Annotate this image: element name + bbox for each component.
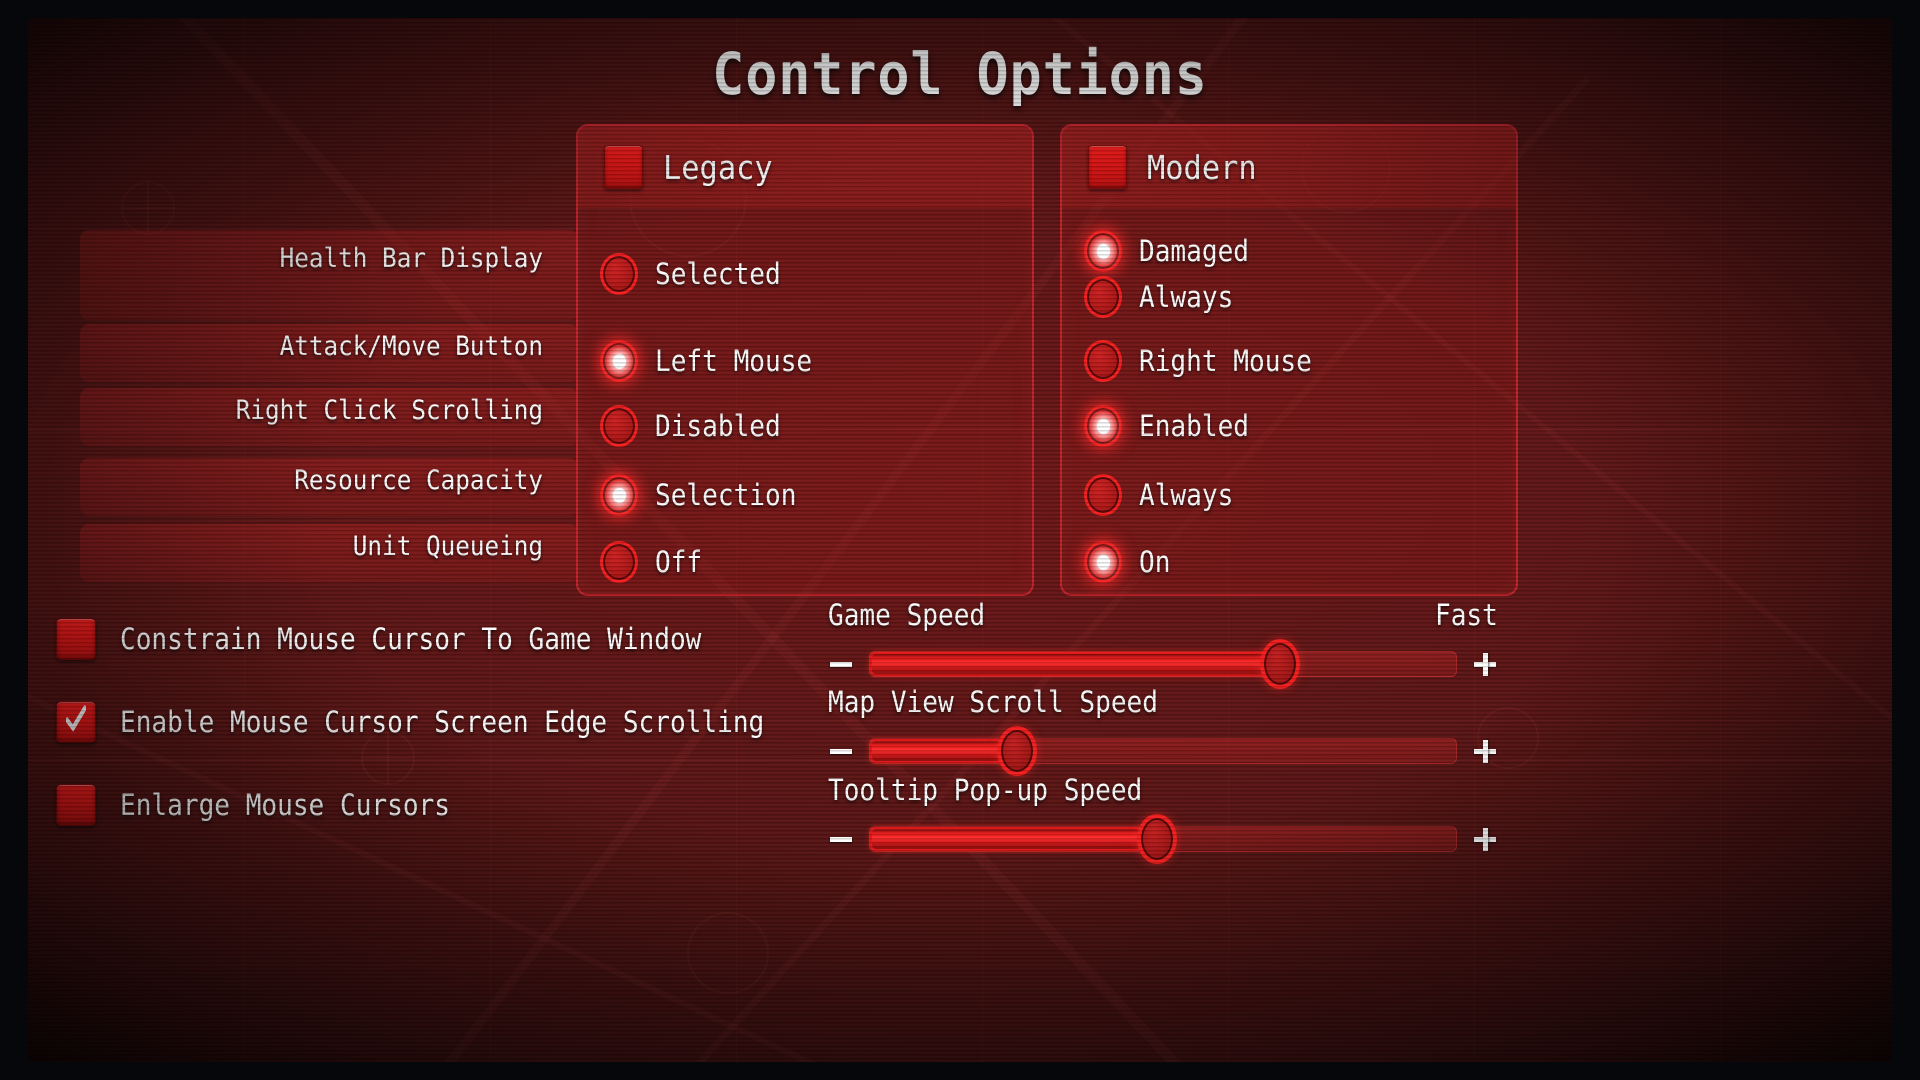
radio-button-icon[interactable] (1084, 541, 1122, 583)
radio-modern-health-bar-always[interactable]: Always (1084, 276, 1244, 318)
setting-label-health-bar-display: Health Bar Display (279, 243, 543, 274)
radio-modern-attack-move-right-mouse[interactable]: Right Mouse (1084, 340, 1331, 382)
modern-column-header[interactable]: Modern (1062, 126, 1516, 208)
checkbox-enable-edge-scrolling[interactable]: Enable Mouse Cursor Screen Edge Scrollin… (56, 701, 836, 743)
slider-handle[interactable] (1137, 814, 1178, 864)
radio-modern-health-bar-damaged[interactable]: Damaged (1084, 230, 1261, 272)
radio-legacy-unit-queueing-off[interactable]: Off (600, 541, 707, 583)
page-title: Control Options (712, 40, 1208, 108)
radio-button-icon[interactable] (600, 340, 638, 382)
checkbox-label: Enable Mouse Cursor Screen Edge Scrollin… (120, 705, 765, 739)
slider-track[interactable] (869, 639, 1457, 689)
radio-label: Disabled (655, 409, 781, 443)
radio-button-icon[interactable] (1084, 276, 1122, 318)
slider-control-row[interactable] (828, 814, 1498, 864)
options-panel-frame: Control Options Health Bar Display Attac… (28, 18, 1892, 1062)
radio-legacy-resource-capacity-selection[interactable]: Selection (600, 474, 812, 516)
slider-header: Tooltip Pop-up Speed (828, 771, 1498, 809)
radio-button-icon[interactable] (1084, 340, 1122, 382)
checkbox-icon[interactable] (56, 701, 96, 743)
checkbox-icon[interactable] (56, 784, 96, 826)
plus-icon[interactable] (1472, 738, 1498, 764)
slider-fill (870, 652, 1281, 676)
radio-button-icon[interactable] (600, 405, 638, 447)
setting-label-resource-capacity: Resource Capacity (294, 465, 543, 496)
radio-modern-unit-queueing-on[interactable]: On (1084, 541, 1174, 583)
radio-button-icon[interactable] (1084, 230, 1122, 272)
checkbox-enlarge-mouse-cursors[interactable]: Enlarge Mouse Cursors (56, 784, 487, 826)
setting-label-right-click-scrolling: Right Click Scrolling (235, 395, 543, 426)
radio-label: Off (655, 545, 703, 579)
game-options-screen: Control Options Health Bar Display Attac… (0, 0, 1920, 1080)
slider-title: Tooltip Pop-up Speed (828, 773, 1143, 807)
checkbox-label: Enlarge Mouse Cursors (120, 788, 450, 822)
slider-control-row[interactable] (828, 726, 1498, 776)
setting-label-unit-queueing: Unit Queueing (352, 531, 543, 562)
slider-tooltip-popup-speed: Tooltip Pop-up Speed (828, 771, 1498, 864)
checkbox-constrain-mouse-cursor[interactable]: Constrain Mouse Cursor To Game Window (56, 618, 766, 660)
slider-value-label: Fast (1435, 598, 1498, 632)
radio-modern-right-click-enabled[interactable]: Enabled (1084, 405, 1261, 447)
slider-title: Game Speed (828, 598, 986, 632)
slider-handle[interactable] (1260, 639, 1301, 689)
setting-label-attack-move-button: Attack/Move Button (279, 331, 543, 362)
plus-icon[interactable] (1472, 826, 1498, 852)
checkbox-icon[interactable] (56, 618, 96, 660)
checkmark-icon (66, 705, 86, 732)
radio-label: Left Mouse (655, 344, 813, 378)
radio-legacy-health-bar-selected[interactable]: Selected (600, 253, 795, 295)
slider-map-view-scroll-speed: Map View Scroll Speed (828, 683, 1498, 776)
radio-legacy-attack-move-left-mouse[interactable]: Left Mouse (600, 340, 830, 382)
slider-fill (870, 739, 1017, 763)
square-toggle-icon[interactable] (1088, 145, 1127, 189)
radio-label: Enabled (1139, 409, 1249, 443)
radio-label: Always (1139, 280, 1234, 314)
radio-button-icon[interactable] (600, 474, 638, 516)
slider-header: Game Speed Fast (828, 596, 1498, 634)
slider-control-row[interactable] (828, 639, 1498, 689)
legacy-column-label: Legacy (663, 147, 773, 187)
radio-button-icon[interactable] (600, 253, 638, 295)
legacy-column-header[interactable]: Legacy (578, 126, 1032, 208)
radio-label: Selection (655, 478, 797, 512)
checkbox-label: Constrain Mouse Cursor To Game Window (120, 622, 702, 656)
radio-label: Damaged (1139, 234, 1249, 268)
slider-game-speed: Game Speed Fast (828, 596, 1498, 689)
slider-header: Map View Scroll Speed (828, 683, 1498, 721)
radio-label: Right Mouse (1139, 344, 1312, 378)
slider-handle[interactable] (996, 726, 1037, 776)
radio-label: Selected (655, 257, 781, 291)
slider-track[interactable] (869, 726, 1457, 776)
radio-label: Always (1139, 478, 1234, 512)
minus-icon[interactable] (828, 826, 854, 852)
radio-button-icon[interactable] (1084, 405, 1122, 447)
plus-icon[interactable] (1472, 651, 1498, 677)
modern-column-label: Modern (1147, 147, 1257, 187)
radio-label: On (1139, 545, 1171, 579)
minus-icon[interactable] (828, 651, 854, 677)
radio-legacy-right-click-disabled[interactable]: Disabled (600, 405, 795, 447)
minus-icon[interactable] (828, 738, 854, 764)
radio-modern-resource-capacity-always[interactable]: Always (1084, 474, 1244, 516)
slider-title: Map View Scroll Speed (828, 685, 1158, 719)
radio-button-icon[interactable] (600, 541, 638, 583)
slider-fill (870, 827, 1158, 851)
radio-button-icon[interactable] (1084, 474, 1122, 516)
slider-track[interactable] (869, 814, 1457, 864)
square-toggle-icon[interactable] (604, 145, 643, 189)
